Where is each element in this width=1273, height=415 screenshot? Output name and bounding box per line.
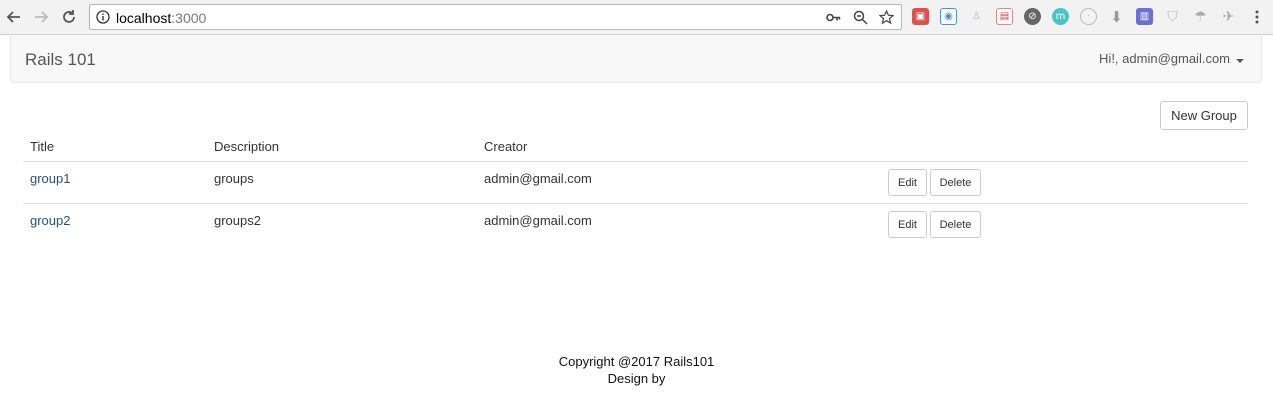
groups-table: Title Description Creator group1 groups … (23, 130, 1248, 246)
reload-icon[interactable] (58, 6, 80, 28)
star-icon[interactable] (878, 9, 895, 25)
header-creator: Creator (484, 139, 528, 154)
url-host: localhost (116, 10, 172, 26)
group-description: groups2 (214, 213, 261, 228)
url-port: :3000 (171, 10, 207, 26)
delete-button[interactable]: Delete (930, 169, 981, 196)
forward-arrow-icon[interactable] (30, 6, 52, 28)
extension-shield-icon[interactable]: ⛉ (1164, 8, 1181, 25)
table-header: Title Description Creator (23, 130, 1248, 162)
url-text: localhost:3000 (116, 10, 206, 26)
browser-toolbar: localhost:3000 ▣ ◉ ♙ ▤ ⊘ m · ⬇ ▥ ⛉ ☂ ✈ (0, 0, 1273, 35)
footer-design: Design by (607, 371, 666, 386)
key-icon[interactable] (826, 10, 841, 25)
extension-calendar-icon[interactable]: ▤ (996, 8, 1013, 25)
group-title-link[interactable]: group2 (30, 213, 70, 228)
header-description: Description (214, 139, 280, 154)
extension-compass-icon[interactable]: ⊘ (1024, 8, 1041, 25)
back-arrow-icon[interactable] (3, 6, 25, 28)
edit-button[interactable]: Edit (888, 169, 927, 196)
caret-down-icon[interactable] (1236, 59, 1244, 63)
zoom-icon[interactable] (853, 10, 868, 25)
extension-bird-icon[interactable]: ✈ (1220, 8, 1237, 25)
brand-link[interactable]: Rails 101 (25, 50, 96, 70)
edit-button[interactable]: Edit (888, 211, 927, 238)
address-bar[interactable]: localhost:3000 (89, 4, 902, 30)
table-row: group2 groups2 admin@gmail.com Edit Dele… (23, 204, 1248, 246)
user-menu-toggle[interactable]: Hi!, admin@gmail.com (1099, 51, 1230, 66)
new-group-button[interactable]: New Group (1160, 101, 1248, 130)
extension-parachute-icon[interactable]: ☂ (1192, 8, 1209, 25)
extension-circle-icon[interactable]: · (1080, 8, 1097, 25)
extension-ruler-icon[interactable]: ▥ (1136, 8, 1153, 25)
group-title-link[interactable]: group1 (30, 171, 70, 186)
footer-copyright: Copyright @2017 Rails101 (558, 354, 715, 369)
table-row: group1 groups admin@gmail.com Edit Delet… (23, 162, 1248, 204)
group-description: groups (214, 171, 254, 186)
footer: Copyright @2017 Rails101 Design by (0, 353, 1273, 387)
extension-m-icon[interactable]: m (1052, 8, 1069, 25)
extension-download-icon[interactable]: ⬇ (1108, 8, 1125, 26)
group-creator: admin@gmail.com (484, 213, 592, 228)
extension-tree-icon[interactable]: ♙ (968, 8, 985, 25)
menu-dots-icon[interactable] (1250, 9, 1264, 25)
extension-screenshot-icon[interactable]: ◉ (940, 8, 957, 25)
info-icon[interactable] (96, 10, 110, 24)
header-title: Title (30, 139, 55, 154)
delete-button[interactable]: Delete (930, 211, 981, 238)
extension-pocket-icon[interactable]: ▣ (912, 8, 929, 25)
navbar: Rails 101 Hi!, admin@gmail.com (10, 36, 1262, 83)
group-creator: admin@gmail.com (484, 171, 592, 186)
